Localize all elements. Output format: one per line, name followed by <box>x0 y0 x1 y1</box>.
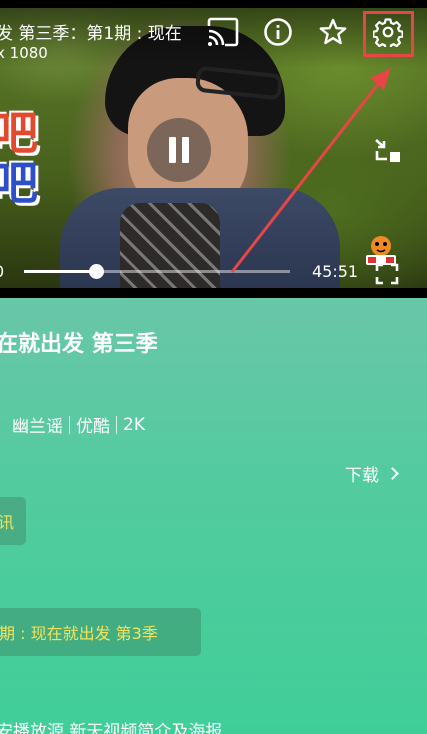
current-time: 0 <box>0 262 4 281</box>
pause-button[interactable] <box>147 118 211 182</box>
video-details-panel: 在就出发 第三季 幽兰谣 优酷 2K 下载 讯 期 : 现在就出发 第3季 安播… <box>0 298 427 734</box>
download-label: 下载 <box>345 466 379 486</box>
overlay-line-2: 吧 <box>0 156 38 210</box>
info-icon[interactable] <box>260 14 296 50</box>
gear-icon[interactable] <box>370 14 406 50</box>
pause-icon-bar <box>182 137 189 163</box>
pause-icon <box>169 137 176 163</box>
show-title: 在就出发 第三季 <box>0 332 158 357</box>
overlay-line-1: 吧 <box>0 106 38 160</box>
meta-quality: 2K <box>123 414 145 435</box>
source-chip[interactable]: 讯 <box>0 497 26 545</box>
progress-fill <box>24 270 96 273</box>
video-player[interactable]: 吧 吧 发 第三季：第1期 : 现在 x 1080 45:51 <box>0 0 427 298</box>
episode-chip-label: 期 : 现在就出发 第3季 <box>0 624 158 643</box>
video-scene-shirt <box>120 203 220 288</box>
video-overlay-text: 吧 吧 <box>0 106 38 210</box>
meta-platform: 优酷 <box>76 417 110 437</box>
progress-bar[interactable] <box>24 264 290 279</box>
cast-icon[interactable] <box>205 14 241 50</box>
video-resolution: x 1080 <box>0 44 48 62</box>
meta-divider <box>69 415 70 434</box>
source-chip-label: 讯 <box>0 513 15 532</box>
total-duration: 45:51 <box>312 262 359 281</box>
chevron-right-icon <box>386 467 399 480</box>
fullscreen-icon[interactable] <box>371 262 403 286</box>
progress-thumb[interactable] <box>88 264 104 279</box>
download-button[interactable]: 下载 <box>345 461 399 486</box>
collapse-icon[interactable] <box>369 132 405 168</box>
meta-divider <box>116 415 117 434</box>
show-meta: 幽兰谣 优酷 2K <box>12 412 145 438</box>
meta-director: 幽兰谣 <box>12 417 63 437</box>
episode-chip[interactable]: 期 : 现在就出发 第3季 <box>0 608 201 656</box>
star-icon[interactable] <box>315 14 351 50</box>
video-title: 发 第三季：第1期 : 现在 <box>0 24 182 44</box>
source-note: 安播放源 新天视频简介及海报 <box>0 722 223 734</box>
